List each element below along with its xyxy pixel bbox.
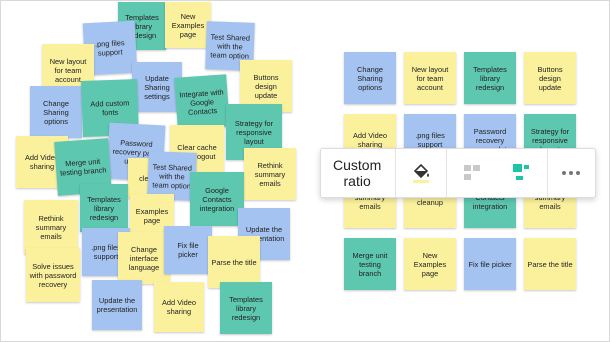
grid-sticky-note[interactable]: Change Sharing options [344, 52, 396, 104]
sticky-note-text: Fix file picker [177, 241, 199, 259]
sticky-note-text: Buttons design update [537, 64, 563, 92]
sticky-note-text: Merge unit testing branch [59, 156, 107, 178]
cluster-sticky-note[interactable]: Templates library redesign [220, 282, 272, 334]
custom-ratio-label-line1: Custom [333, 157, 382, 173]
cluster-sticky-note[interactable]: Rethink summary emails [24, 200, 78, 254]
cluster-sticky-note[interactable]: Integrate with Google Contacts [174, 74, 230, 130]
grid-sticky-note[interactable]: New Examples page [404, 238, 456, 290]
fill-color-button[interactable] [396, 149, 446, 197]
whiteboard-canvas[interactable]: Templates library redesign New Examples p… [0, 0, 610, 342]
sticky-note-text: Strategy for responsive layout [234, 118, 274, 146]
more-options-button[interactable] [548, 149, 594, 197]
fill-color-icon [413, 163, 430, 183]
sticky-note-text: New Examples page [171, 11, 205, 39]
sticky-note-text: Parse the title [527, 259, 573, 269]
sticky-note-text: Change Sharing options [43, 98, 69, 126]
cluster-sticky-note[interactable]: Update the presentation [92, 280, 142, 330]
grid-sticky-note[interactable]: New layout for team account [404, 52, 456, 104]
sticky-note-text: New layout for team account [49, 56, 87, 84]
grid-sticky-note[interactable]: Merge unit testing branch [344, 238, 396, 290]
layout-grid-button[interactable] [447, 149, 497, 197]
sticky-note-text: New layout for team account [411, 64, 449, 92]
sticky-note-text: Merge unit testing branch [352, 250, 388, 278]
sticky-note-text: Rethink summary emails [35, 213, 67, 241]
sticky-note-text: Buttons design update [253, 72, 279, 100]
sticky-note-text: Integrate with Google Contacts [178, 86, 224, 117]
sticky-note-text: Solve issues with password recovery [29, 261, 77, 289]
sticky-note-text: Templates library redesign [473, 64, 507, 92]
sticky-note-text: Add Video sharing [162, 298, 196, 316]
cluster-sticky-note[interactable]: Templates library redesign [80, 184, 128, 232]
sticky-note-text: Google Contacts integration [199, 185, 235, 213]
sticky-note-text: Add custom fonts [90, 98, 130, 118]
sticky-note-text: Change Sharing options [357, 64, 383, 92]
layout-arrange-icon [513, 164, 530, 180]
sticky-note-text: Templates library redesign [87, 194, 121, 222]
sticky-note-text: Templates library redesign [229, 294, 263, 322]
sticky-note-text: Update Sharing settings [144, 73, 170, 101]
cluster-sticky-note[interactable]: Rethink summary emails [244, 148, 296, 200]
sticky-note-text: Add Video sharing [353, 131, 387, 149]
cluster-sticky-note[interactable]: Add Video sharing [154, 282, 204, 332]
sticky-note-text: Test Shared with the team option [210, 31, 251, 61]
sticky-note-text: Rethink summary emails [254, 160, 286, 188]
sticky-note-text: Examples page [135, 207, 169, 225]
sticky-note-text: Change interface language [128, 244, 160, 272]
sticky-note-text: New Examples page [413, 250, 447, 278]
custom-ratio-label-line2: ratio [343, 173, 371, 189]
grid-sticky-note[interactable]: Buttons design update [524, 52, 576, 104]
cluster-sticky-note[interactable]: Solve issues with password recovery [26, 248, 80, 302]
more-icon [562, 171, 581, 175]
sticky-note-text: cleanup [417, 197, 443, 207]
cluster-sticky-note[interactable]: Fix file picker [164, 226, 212, 274]
cluster-sticky-note[interactable]: Parse the title [208, 236, 260, 288]
sticky-note-text: Update the presentation [96, 296, 138, 314]
cluster-sticky-note[interactable]: Change Sharing options [30, 86, 82, 138]
custom-ratio-button[interactable]: Custom ratio [321, 157, 395, 189]
grid-sticky-note[interactable]: Fix file picker [464, 238, 516, 290]
grid-sticky-note[interactable]: Parse the title [524, 238, 576, 290]
selection-toolbar: Custom ratio [320, 148, 596, 198]
cluster-sticky-note[interactable]: Google Contacts integration [190, 172, 244, 226]
cluster-sticky-note[interactable]: New Examples page [165, 2, 211, 48]
grid-sticky-note[interactable]: Templates library redesign [464, 52, 516, 104]
sticky-note-text: Test Shared with the team option [152, 161, 193, 191]
layout-grid-icon [464, 165, 481, 180]
sticky-note-text: Parse the title [211, 257, 257, 267]
sticky-note-text: .png files support [415, 131, 445, 149]
cluster-sticky-note[interactable]: Change interface language [118, 232, 170, 284]
sticky-note-text: Fix file picker [468, 259, 512, 269]
layout-arrange-button[interactable] [497, 149, 547, 197]
